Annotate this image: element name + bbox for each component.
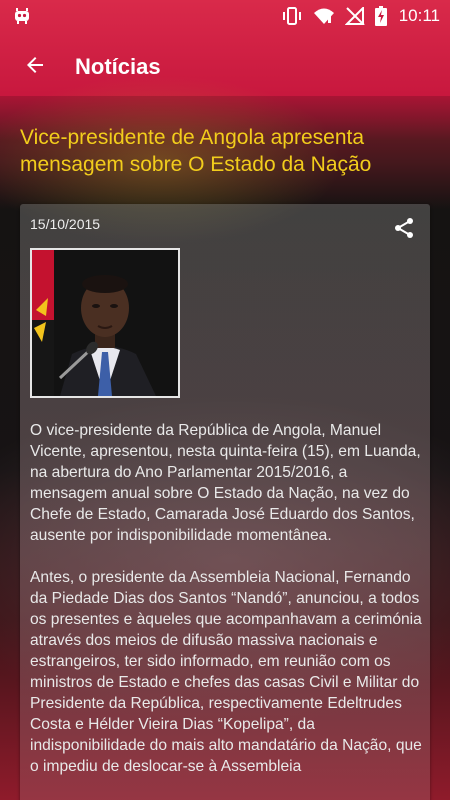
article-body: O vice-presidente da República de Angola… xyxy=(30,420,426,798)
article-paragraph: O vice-presidente da República de Angola… xyxy=(30,422,421,544)
article-photo xyxy=(30,248,180,398)
person-photo-icon xyxy=(32,250,178,396)
arrow-back-icon xyxy=(23,53,47,82)
article-paragraph: Antes, o presidente da Assembleia Nacion… xyxy=(30,569,422,775)
app-bar: Notícias xyxy=(0,32,450,102)
article-date: 15/10/2015 xyxy=(30,216,101,232)
page-title: Notícias xyxy=(75,54,161,79)
status-bar: 10:11 xyxy=(0,0,450,32)
article-card: 15/10/2015 O vice-presidente da Repúblic… xyxy=(20,204,430,800)
battery-charging-icon xyxy=(374,6,387,26)
back-button[interactable] xyxy=(0,32,70,102)
no-sim-icon xyxy=(344,7,365,25)
share-button[interactable] xyxy=(392,216,416,240)
vibrate-icon xyxy=(281,7,303,25)
wifi-icon xyxy=(313,7,335,25)
share-icon xyxy=(392,218,416,244)
article-headline: Vice-presidente de Angola apresenta mens… xyxy=(20,126,372,176)
android-debug-icon xyxy=(12,6,32,26)
status-time: 10:11 xyxy=(398,6,440,25)
